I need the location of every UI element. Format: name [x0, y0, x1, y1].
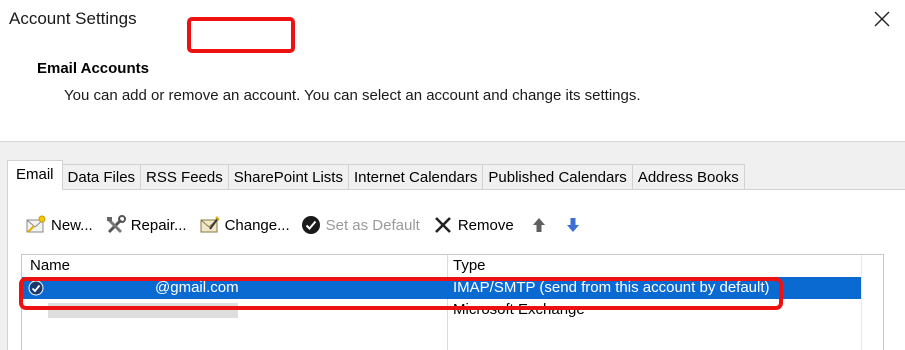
account-type: IMAP/SMTP (send from this account by def… [453, 279, 770, 296]
change-button-label: Change... [224, 216, 290, 234]
tab-address-books[interactable]: Address Books [631, 164, 745, 190]
tab-rss-feeds[interactable]: RSS Feeds [140, 164, 229, 190]
checkmark-circle-icon [300, 214, 322, 236]
remove-x-icon [432, 214, 454, 236]
column-header-type[interactable]: Type [453, 255, 486, 277]
account-row[interactable]: @gmail.com IMAP/SMTP (send from this acc… [22, 277, 862, 299]
arrow-up-icon [528, 214, 550, 236]
default-account-icon [28, 280, 44, 296]
move-down-button[interactable] [559, 212, 591, 238]
list-scrollbar[interactable] [861, 255, 883, 350]
account-toolbar: New... Repair... Change... Set as Defaul… [22, 212, 591, 238]
repair-button[interactable]: Repair... [102, 212, 190, 238]
account-name: @gmail.com [155, 279, 239, 296]
accounts-list: Name Type @gmail.com IMAP/SMTP (send fro… [21, 254, 884, 350]
new-button-label: New... [51, 216, 93, 234]
tab-data-files[interactable]: Data Files [61, 164, 142, 190]
remove-button-label: Remove [457, 216, 514, 234]
set-as-default-label: Set as Default [325, 216, 420, 234]
set-as-default-button[interactable]: Set as Default [297, 212, 423, 238]
repair-tools-icon [105, 214, 127, 236]
email-tab-panel: New... Repair... Change... Set as Defaul… [7, 189, 905, 350]
close-icon [874, 11, 890, 27]
dialog-body: Email Data Files RSS Feeds SharePoint Li… [0, 142, 905, 350]
column-header-name[interactable]: Name [30, 255, 70, 277]
account-row[interactable]: Microsoft Exchange [22, 299, 862, 321]
tab-strip: Email Data Files RSS Feeds SharePoint Li… [7, 160, 745, 190]
window-title: Account Settings [9, 9, 137, 28]
move-up-button[interactable] [525, 212, 557, 238]
tab-published-calendars[interactable]: Published Calendars [482, 164, 633, 190]
redacted-account-name [48, 303, 238, 318]
arrow-down-icon [562, 214, 584, 236]
repair-button-label: Repair... [130, 216, 187, 234]
change-account-icon [199, 214, 221, 236]
title-bar: Account Settings [0, 0, 905, 40]
new-button[interactable]: New... [22, 212, 96, 238]
section-description: You can add or remove an account. You ca… [64, 87, 641, 104]
tab-sharepoint-lists[interactable]: SharePoint Lists [227, 164, 349, 190]
new-account-icon [25, 214, 47, 236]
tab-email[interactable]: Email [7, 160, 63, 190]
tab-internet-calendars[interactable]: Internet Calendars [347, 164, 484, 190]
account-type: Microsoft Exchange [453, 301, 585, 318]
dialog-header: Email Accounts You can add or remove an … [0, 40, 905, 142]
section-title: Email Accounts [37, 60, 149, 77]
close-button[interactable] [866, 4, 898, 34]
remove-button[interactable]: Remove [429, 212, 517, 238]
change-button[interactable]: Change... [196, 212, 293, 238]
